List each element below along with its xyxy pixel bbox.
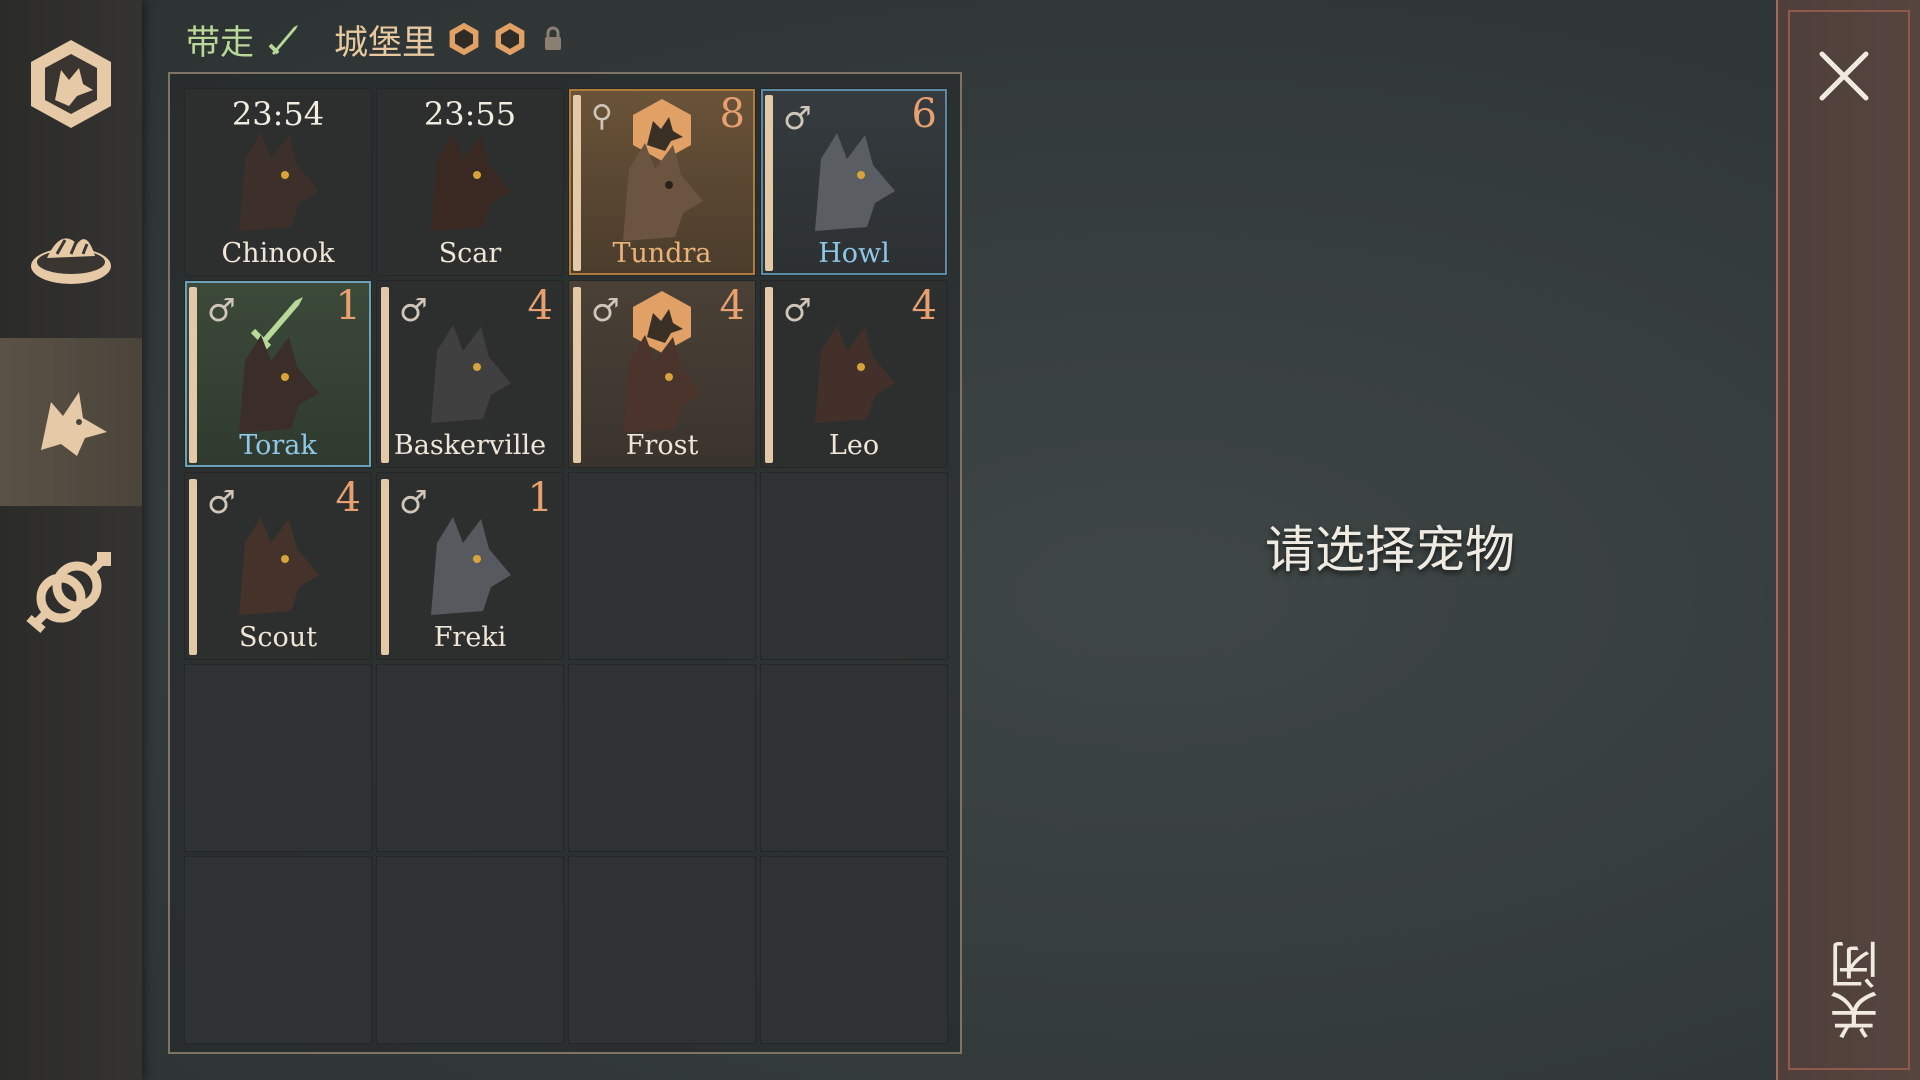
left-sidebar bbox=[0, 0, 142, 1080]
food-bowl-icon bbox=[31, 238, 111, 284]
wolf-portrait-icon bbox=[815, 325, 895, 423]
wolf-portrait-icon bbox=[239, 133, 319, 231]
empty-slot bbox=[568, 856, 756, 1044]
pet-slot-chinook[interactable]: 23:54 Chinook bbox=[184, 88, 372, 276]
close-panel[interactable]: 关闭 bbox=[1776, 0, 1920, 1080]
pet-level: 8 bbox=[719, 91, 745, 137]
tab-castle[interactable]: 城堡里 bbox=[334, 15, 564, 64]
empty-slot bbox=[760, 856, 948, 1044]
close-button[interactable]: 关闭 bbox=[1822, 900, 1887, 1040]
pet-level: 4 bbox=[911, 283, 937, 329]
pet-slot-baskerville[interactable]: ♂ 4 Baskerville bbox=[376, 280, 564, 468]
empty-slot bbox=[568, 472, 756, 660]
empty-slot bbox=[184, 856, 372, 1044]
sword-icon bbox=[268, 25, 298, 55]
pet-level: 6 bbox=[911, 91, 937, 137]
pet-slot-torak[interactable]: ♂ 1 Torak bbox=[184, 280, 372, 468]
wolf-portrait-icon bbox=[431, 325, 511, 423]
wolf-portrait-icon bbox=[623, 143, 703, 241]
wolf-head-icon bbox=[41, 392, 107, 456]
pet-name: Scout bbox=[238, 622, 318, 653]
pet-name: Frost bbox=[625, 430, 699, 461]
pet-slot-freki[interactable]: ♂ 1 Freki bbox=[376, 472, 564, 660]
filter-tabs: 带走 城堡里 bbox=[186, 14, 564, 64]
pet-name: Scar bbox=[438, 238, 502, 269]
wolf-portrait-icon bbox=[431, 133, 511, 231]
empty-slot bbox=[376, 856, 564, 1044]
wolf-portrait-icon bbox=[431, 517, 511, 615]
pet-slot-frost[interactable]: ♂ 4 Frost bbox=[568, 280, 756, 468]
pet-name: Freki bbox=[433, 622, 507, 653]
pet-slot-howl[interactable]: ♂ 6 Howl bbox=[760, 88, 948, 276]
wolf-portrait-icon bbox=[239, 335, 319, 433]
pet-level: 1 bbox=[527, 475, 553, 521]
tab-takeaway[interactable]: 带走 bbox=[186, 15, 304, 64]
empty-slot bbox=[184, 664, 372, 852]
lock-icon bbox=[545, 26, 561, 50]
pet-slot-scar[interactable]: 23:55 Scar bbox=[376, 88, 564, 276]
empty-slot bbox=[760, 472, 948, 660]
sidebar-item-pets[interactable] bbox=[0, 338, 142, 506]
close-icon[interactable] bbox=[1812, 44, 1876, 108]
pet-grid: 23:54 Chinook 23:55 Scar ⚲ 8 Tundra ♂ 6 … bbox=[184, 88, 948, 1044]
pet-name: Torak bbox=[239, 430, 317, 461]
empty-slot bbox=[568, 664, 756, 852]
pet-name: Howl bbox=[818, 238, 890, 269]
pet-slot-tundra[interactable]: ⚲ 8 Tundra bbox=[568, 88, 756, 276]
pet-name: Tundra bbox=[612, 238, 712, 269]
pet-slot-scout[interactable]: ♂ 4 Scout bbox=[184, 472, 372, 660]
empty-slot bbox=[760, 664, 948, 852]
pet-name: Chinook bbox=[221, 238, 335, 269]
pet-name: Leo bbox=[828, 430, 880, 461]
breeding-gender-icon bbox=[26, 552, 111, 634]
sidebar-item-wolf-emblem[interactable] bbox=[0, 0, 142, 168]
select-pet-prompt: 请选择宠物 bbox=[1265, 521, 1515, 579]
pet-level: 4 bbox=[527, 283, 553, 329]
pet-level: 4 bbox=[335, 475, 361, 521]
tab-castle-label: 城堡里 bbox=[334, 22, 436, 63]
pet-grid-panel: 23:54 Chinook 23:55 Scar ⚲ 8 Tundra ♂ 6 … bbox=[168, 72, 962, 1054]
pet-level: 1 bbox=[335, 283, 361, 329]
wolf-emblem-icon bbox=[495, 22, 525, 56]
tab-takeaway-label: 带走 bbox=[186, 22, 254, 63]
empty-slot bbox=[376, 664, 564, 852]
wolf-portrait-icon bbox=[623, 335, 703, 433]
wolf-portrait-icon bbox=[239, 517, 319, 615]
wolf-emblem-icon bbox=[31, 40, 111, 128]
sidebar-item-breeding[interactable] bbox=[0, 508, 142, 676]
pet-level: 4 bbox=[719, 283, 745, 329]
wolf-portrait-icon bbox=[815, 133, 895, 231]
wolf-emblem-icon bbox=[449, 22, 479, 56]
pet-name: Baskerville bbox=[393, 430, 547, 461]
sidebar-item-food[interactable] bbox=[0, 170, 142, 338]
pet-slot-leo[interactable]: ♂ 4 Leo bbox=[760, 280, 948, 468]
